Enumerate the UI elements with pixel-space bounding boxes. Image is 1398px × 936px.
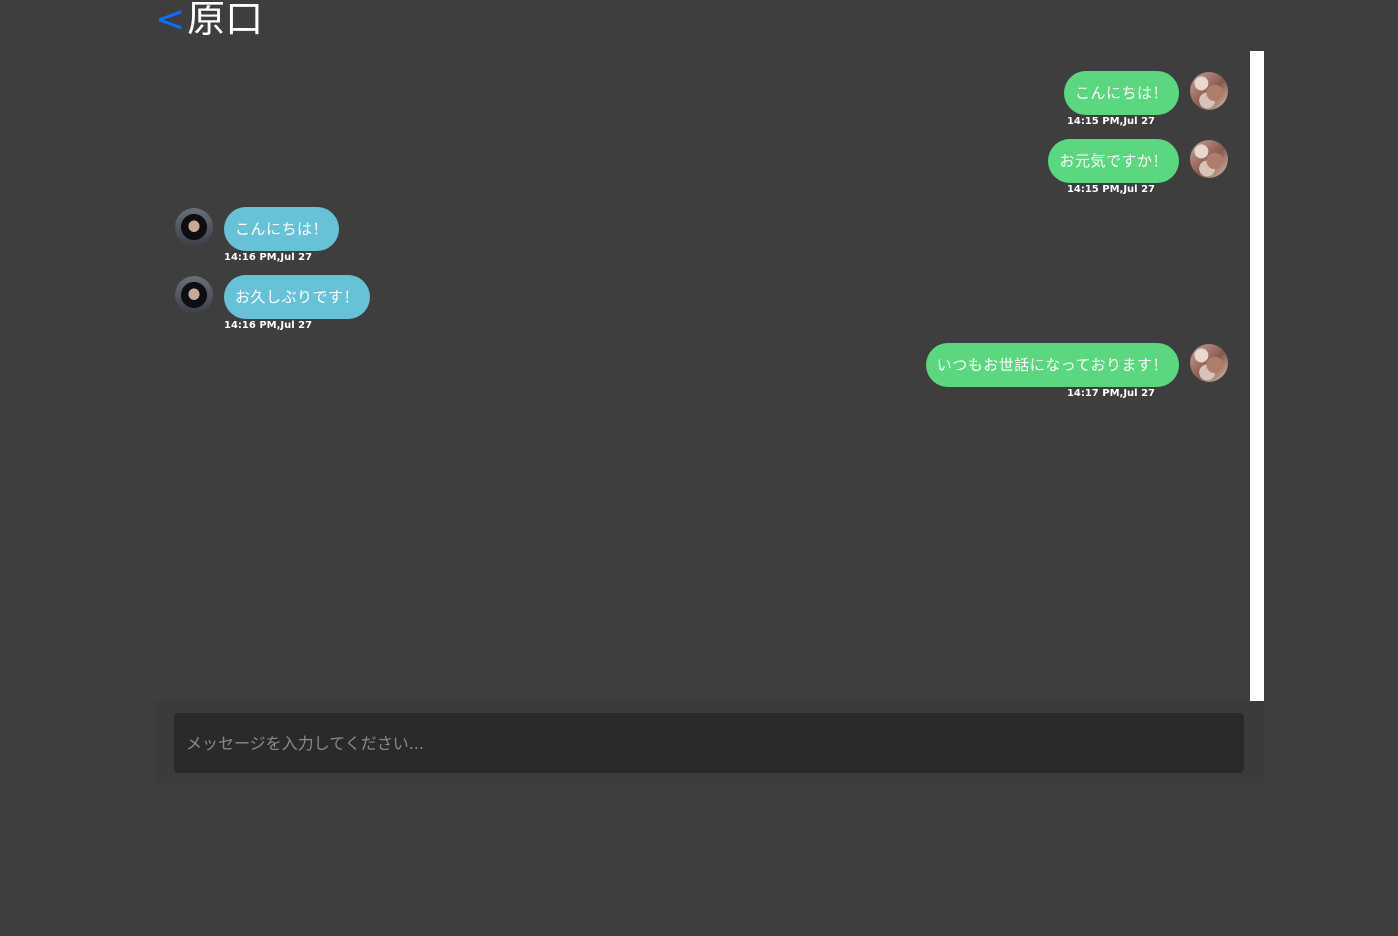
sent-message-bubble: お元気ですか！	[1048, 139, 1179, 183]
chat-header: < 原口	[155, 0, 263, 44]
sent-message-bubble: こんにちは！	[1063, 71, 1179, 115]
message-input[interactable]	[174, 713, 1244, 773]
chat-partner-name: 原口	[187, 0, 264, 41]
scrollbar[interactable]	[1250, 51, 1264, 701]
message-timestamp: 14:16 PM,Jul 27	[224, 252, 313, 263]
my-avatar[interactable]	[1190, 72, 1228, 110]
back-button[interactable]: <	[155, 2, 185, 38]
partner-avatar[interactable]	[175, 276, 213, 314]
my-avatar[interactable]	[1190, 344, 1228, 382]
received-message-bubble: こんにちは！	[224, 207, 340, 251]
received-message-bubble: お久しぶりです！	[224, 275, 371, 319]
message-timestamp: 14:15 PM,Jul 27	[1066, 116, 1155, 127]
message-timestamp: 14:16 PM,Jul 27	[224, 320, 313, 331]
message-timestamp: 14:15 PM,Jul 27	[1066, 184, 1155, 195]
message-timestamp: 14:17 PM,Jul 27	[1066, 388, 1155, 399]
my-avatar[interactable]	[1190, 140, 1228, 178]
message-composer	[155, 701, 1264, 783]
sent-message-bubble: いつもお世話になっております！	[925, 343, 1179, 387]
partner-avatar[interactable]	[175, 208, 213, 246]
